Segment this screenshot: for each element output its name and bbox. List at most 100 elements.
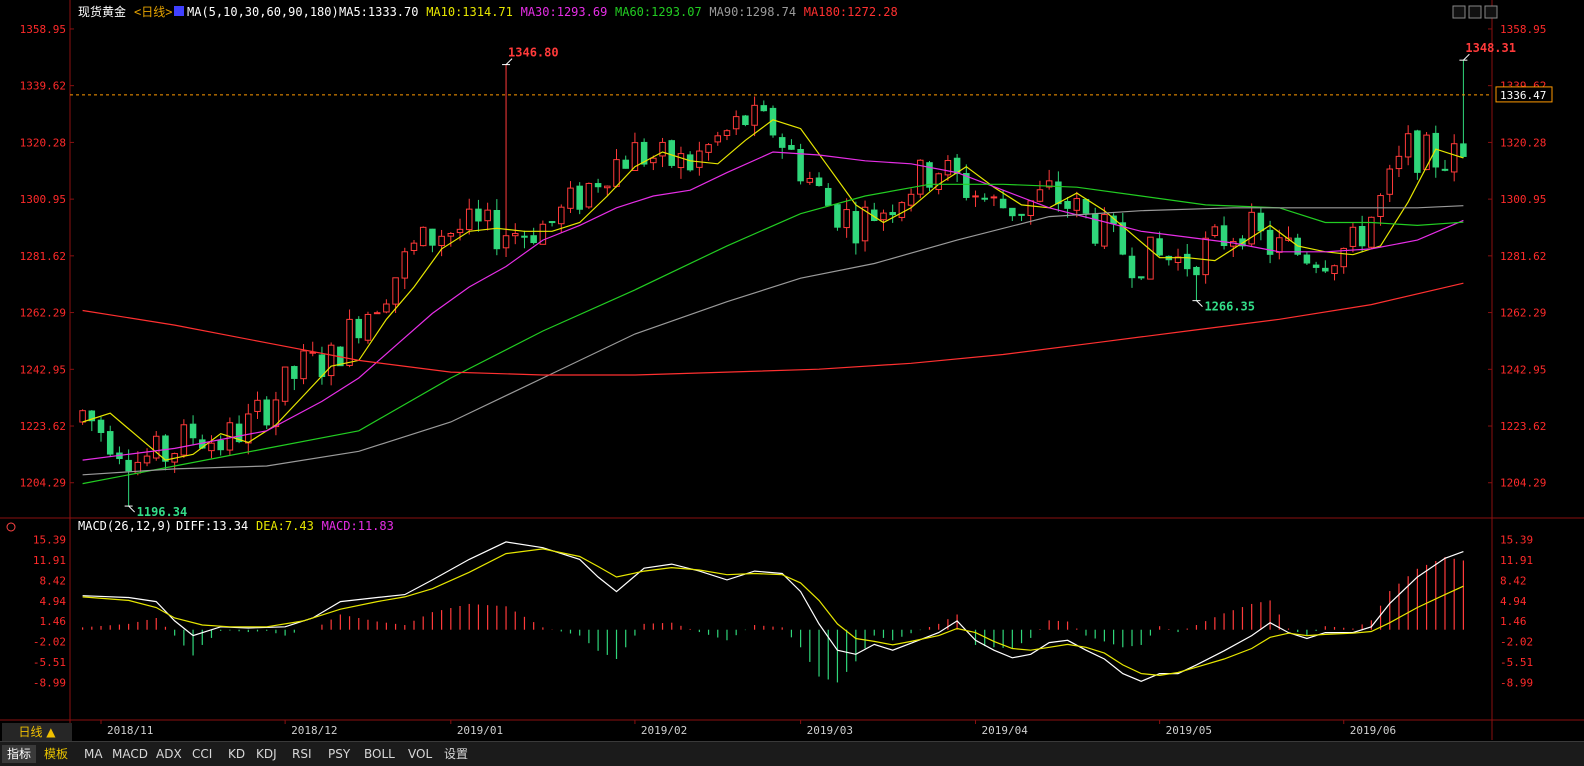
period-selector[interactable]: 日线 ▲ xyxy=(2,723,72,741)
candle-body xyxy=(1027,200,1035,217)
candle-body xyxy=(834,204,841,228)
candle-body xyxy=(1276,237,1283,253)
candle-body xyxy=(898,202,906,218)
candle-body xyxy=(392,277,399,305)
candle-body xyxy=(686,154,694,171)
indicator-tab-adx[interactable]: ADX xyxy=(156,745,182,763)
candle-body xyxy=(751,104,758,126)
candle-body xyxy=(880,212,887,221)
indicator-tab-vol[interactable]: VOL xyxy=(408,745,432,763)
candle-body xyxy=(622,159,629,169)
candle-body xyxy=(263,399,270,426)
candle-body xyxy=(1064,200,1071,209)
current-price-label: 1336.47 xyxy=(1500,89,1546,102)
candle-body xyxy=(401,251,409,279)
chart-canvas: 1358.95 1358.951339.62 1339.621320.28 1320.… xyxy=(0,0,1584,765)
macd-tick-left: 11.91 xyxy=(33,554,66,567)
indicator-tab-指标[interactable]: 指标 xyxy=(2,745,37,763)
annotation-label: 1346.80 xyxy=(508,46,559,60)
indicator-tab-boll[interactable]: BOLL xyxy=(364,745,395,763)
play-icon[interactable] xyxy=(1468,5,1482,19)
candle-body xyxy=(981,197,988,200)
candle-body xyxy=(613,159,620,187)
candle-body xyxy=(465,208,473,231)
candle-body xyxy=(1349,226,1357,247)
indicator-tab-设置[interactable]: 设置 xyxy=(444,745,468,763)
ma-settings-icon[interactable] xyxy=(174,6,184,16)
macd-tick-left: 4.94 xyxy=(40,595,67,608)
candle-body xyxy=(125,459,132,472)
indicator-tab-模板[interactable]: 模板 xyxy=(44,745,68,763)
candle-body xyxy=(1009,207,1016,217)
candle-body xyxy=(1450,143,1458,173)
price-tick-right: 1358.95 xyxy=(1500,23,1546,36)
macd-value: DEA:7.43 xyxy=(256,519,314,533)
candle-body xyxy=(1423,134,1430,171)
candle-body xyxy=(843,209,850,229)
indicator-tab-rsi[interactable]: RSI xyxy=(292,745,312,763)
candle-body xyxy=(254,399,261,412)
candle-body xyxy=(1386,168,1394,195)
time-label: 2019/02 xyxy=(641,724,687,737)
candle-body xyxy=(732,116,740,130)
indicator-tab-kd[interactable]: KD xyxy=(228,745,245,763)
indicator-tab-cci[interactable]: CCI xyxy=(192,745,212,763)
price-tick-left: 1300.95 xyxy=(20,193,66,206)
candle-body xyxy=(1404,133,1412,158)
ma-value: MA60:1293.07 xyxy=(615,5,702,19)
candle-body xyxy=(1312,264,1320,268)
candle-body xyxy=(1137,276,1145,279)
candle-body xyxy=(429,228,436,246)
macd-tick-right: 8.42 xyxy=(1500,574,1527,587)
candle-body xyxy=(1183,253,1191,270)
restore-icon[interactable] xyxy=(1452,5,1466,19)
candle-body xyxy=(410,242,418,251)
candle-body xyxy=(97,419,105,433)
price-tick-left: 1242.95 xyxy=(20,363,66,376)
candle-body xyxy=(208,442,215,452)
price-tick-right: 1242.95 xyxy=(1500,363,1546,376)
close-icon[interactable] xyxy=(1484,5,1498,19)
candle-body xyxy=(999,198,1007,209)
price-tick-right: 1223.62 xyxy=(1500,420,1546,433)
indicator-tab-kdj[interactable]: KDJ xyxy=(256,745,277,763)
candle-body xyxy=(594,183,602,188)
candle-body xyxy=(511,233,519,237)
candle-body xyxy=(456,228,464,234)
macd-tick-right: -2.02 xyxy=(1500,636,1533,649)
candle-body xyxy=(815,177,823,187)
candle-body xyxy=(714,135,722,143)
candle-body xyxy=(79,410,86,423)
price-tick-left: 1320.28 xyxy=(20,136,66,149)
candle-body xyxy=(521,235,528,238)
macd-tick-left: -5.51 xyxy=(33,656,66,669)
macd-tick-right: -5.51 xyxy=(1500,656,1533,669)
candle-body xyxy=(824,187,832,206)
time-label: 2018/12 xyxy=(291,724,337,737)
candle-body xyxy=(217,440,224,451)
candle-body xyxy=(604,185,611,189)
indicator-tab-macd[interactable]: MACD xyxy=(112,745,148,763)
candle-body xyxy=(1358,226,1366,247)
macd-tick-left: 1.46 xyxy=(40,615,67,628)
candle-body xyxy=(788,145,795,150)
macd-value: DIFF:13.34 xyxy=(176,519,248,533)
price-tick-left: 1262.29 xyxy=(20,307,66,320)
candle-body xyxy=(162,435,169,462)
indicator-tab-ma[interactable]: MA xyxy=(84,745,103,763)
candle-body xyxy=(907,193,915,206)
candle-body xyxy=(567,187,574,209)
candle-body xyxy=(723,130,731,136)
candle-body xyxy=(760,105,768,112)
candle-body xyxy=(972,195,979,198)
candle-body xyxy=(530,235,537,244)
annotation-label: 1196.34 xyxy=(137,505,188,519)
time-label: 2018/11 xyxy=(107,724,153,737)
candle-body xyxy=(1091,213,1099,244)
candle-body xyxy=(1322,267,1329,272)
indicator-tab-psy[interactable]: PSY xyxy=(328,745,350,763)
candle-body xyxy=(300,350,307,380)
candle-body xyxy=(778,137,786,148)
candle-body xyxy=(1101,214,1108,247)
price-tick-left: 1204.29 xyxy=(20,477,66,490)
